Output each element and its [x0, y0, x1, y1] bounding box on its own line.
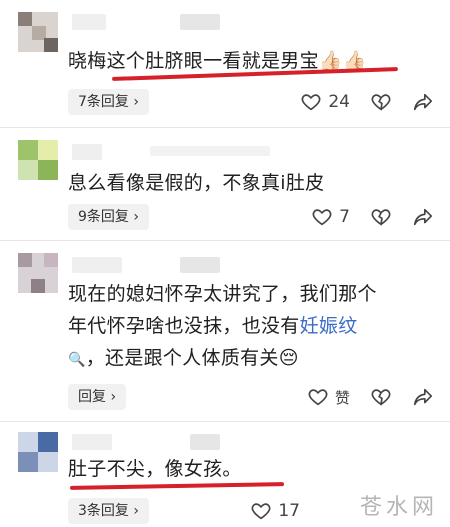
like-button[interactable]: 赞 [307, 386, 350, 408]
action-bar: 7 [291, 202, 434, 232]
comment-text: 息么看像是假的，不象真i肚皮 [68, 172, 325, 194]
dislike-button[interactable] [370, 386, 392, 408]
username[interactable] [72, 257, 122, 273]
replies-button[interactable]: 3条回复 › [68, 498, 149, 524]
heart-icon [308, 389, 328, 406]
comment-line-3: 🔍，还是跟个人体质有关😔 [68, 341, 299, 377]
chevron-right-icon: › [133, 209, 139, 225]
comment-line-2-text: 年代怀孕啥也没抹，也没有 [68, 315, 300, 337]
heart-icon [312, 209, 332, 226]
like-count: 17 [278, 501, 300, 521]
replies-label: 回复 [78, 389, 106, 405]
watermark: 苍水网 [359, 495, 438, 520]
user-badge [180, 14, 220, 30]
comment-line-2: 年代怀孕啥也没抹，也没有妊娠纹 [68, 309, 358, 343]
avatar[interactable] [18, 12, 58, 52]
username[interactable] [72, 434, 112, 450]
avatar[interactable] [18, 432, 58, 472]
search-icon[interactable]: 🔍 [68, 352, 86, 368]
action-bar: 赞 [287, 382, 434, 412]
chevron-right-icon: › [133, 94, 139, 110]
comment-line-1: 现在的媳妇怀孕太讲究了，我们那个 [68, 283, 377, 305]
replies-button[interactable]: 7条回复 › [68, 89, 149, 115]
dislike-button[interactable] [370, 91, 392, 113]
comment-line-3-text: ，还是跟个人体质有关 [85, 347, 279, 369]
broken-heart-icon [371, 389, 391, 406]
broken-heart-icon [371, 94, 391, 111]
like-button[interactable]: 7 [311, 206, 350, 228]
share-button[interactable] [412, 91, 434, 113]
heart-icon [301, 94, 321, 111]
user-badge [180, 257, 220, 273]
share-button[interactable] [412, 206, 434, 228]
share-icon [413, 208, 433, 226]
comment-text-body: 晓梅这个肚脐眼一看就是男宝 [68, 50, 319, 72]
like-button[interactable]: 24 [300, 91, 350, 113]
comment-1: 晓梅这个肚脐眼一看就是男宝👍🏻👍🏻 7条回复 › 24 [0, 0, 450, 118]
replies-button[interactable]: 回复 › [68, 384, 127, 410]
comment-2: 息么看像是假的，不象真i肚皮 9条回复 › 7 [0, 128, 450, 240]
username[interactable] [72, 144, 102, 160]
share-icon [413, 93, 433, 111]
share-button[interactable] [412, 386, 434, 408]
search-link[interactable]: 妊娠纹 [300, 315, 358, 337]
user-badge [190, 434, 220, 450]
like-count: 24 [328, 92, 350, 112]
replies-button[interactable]: 9条回复 › [68, 204, 149, 230]
comment-text: 肚子不尖，像女孩。 [68, 458, 242, 480]
sad-emoji: 😔 [278, 347, 299, 369]
like-button[interactable]: 17 [250, 500, 300, 522]
replies-label: 3条回复 [78, 503, 129, 519]
like-label: 赞 [334, 388, 350, 407]
user-badge [150, 146, 270, 156]
action-bar: 17 [230, 496, 300, 526]
action-bar: 24 [280, 87, 434, 117]
like-count: 7 [339, 207, 350, 227]
share-icon [413, 388, 433, 406]
chevron-right-icon: › [133, 503, 139, 519]
broken-heart-icon [371, 209, 391, 226]
dislike-button[interactable] [370, 206, 392, 228]
chevron-right-icon: › [110, 389, 117, 405]
avatar[interactable] [18, 140, 58, 180]
avatar[interactable] [18, 253, 58, 293]
replies-label: 9条回复 [78, 209, 129, 225]
comment-3: 现在的媳妇怀孕太讲究了，我们那个 年代怀孕啥也没抹，也没有妊娠纹 🔍，还是跟个人… [0, 241, 450, 421]
replies-label: 7条回复 [78, 94, 129, 110]
username[interactable] [72, 14, 106, 30]
heart-icon [251, 503, 271, 520]
comment-4: 肚子不尖，像女孩。 3条回复 › 17 苍水网 [0, 422, 450, 527]
